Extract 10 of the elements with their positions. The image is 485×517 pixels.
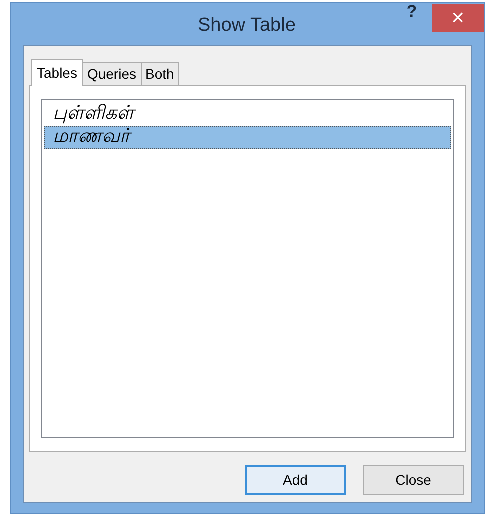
window-title: Show Table: [198, 14, 296, 38]
close-button[interactable]: ×: [432, 4, 484, 32]
list-item[interactable]: மாணவர்: [44, 126, 451, 149]
list-item[interactable]: புள்ளிகள்: [44, 103, 451, 126]
tab[interactable]: Tables: [31, 59, 84, 86]
dialog-button[interactable]: Close: [363, 465, 464, 495]
help-button[interactable]: ?: [392, 0, 432, 27]
tab[interactable]: Both: [140, 62, 180, 85]
tab[interactable]: Queries: [82, 62, 142, 85]
dialog-button[interactable]: Add: [245, 465, 346, 495]
